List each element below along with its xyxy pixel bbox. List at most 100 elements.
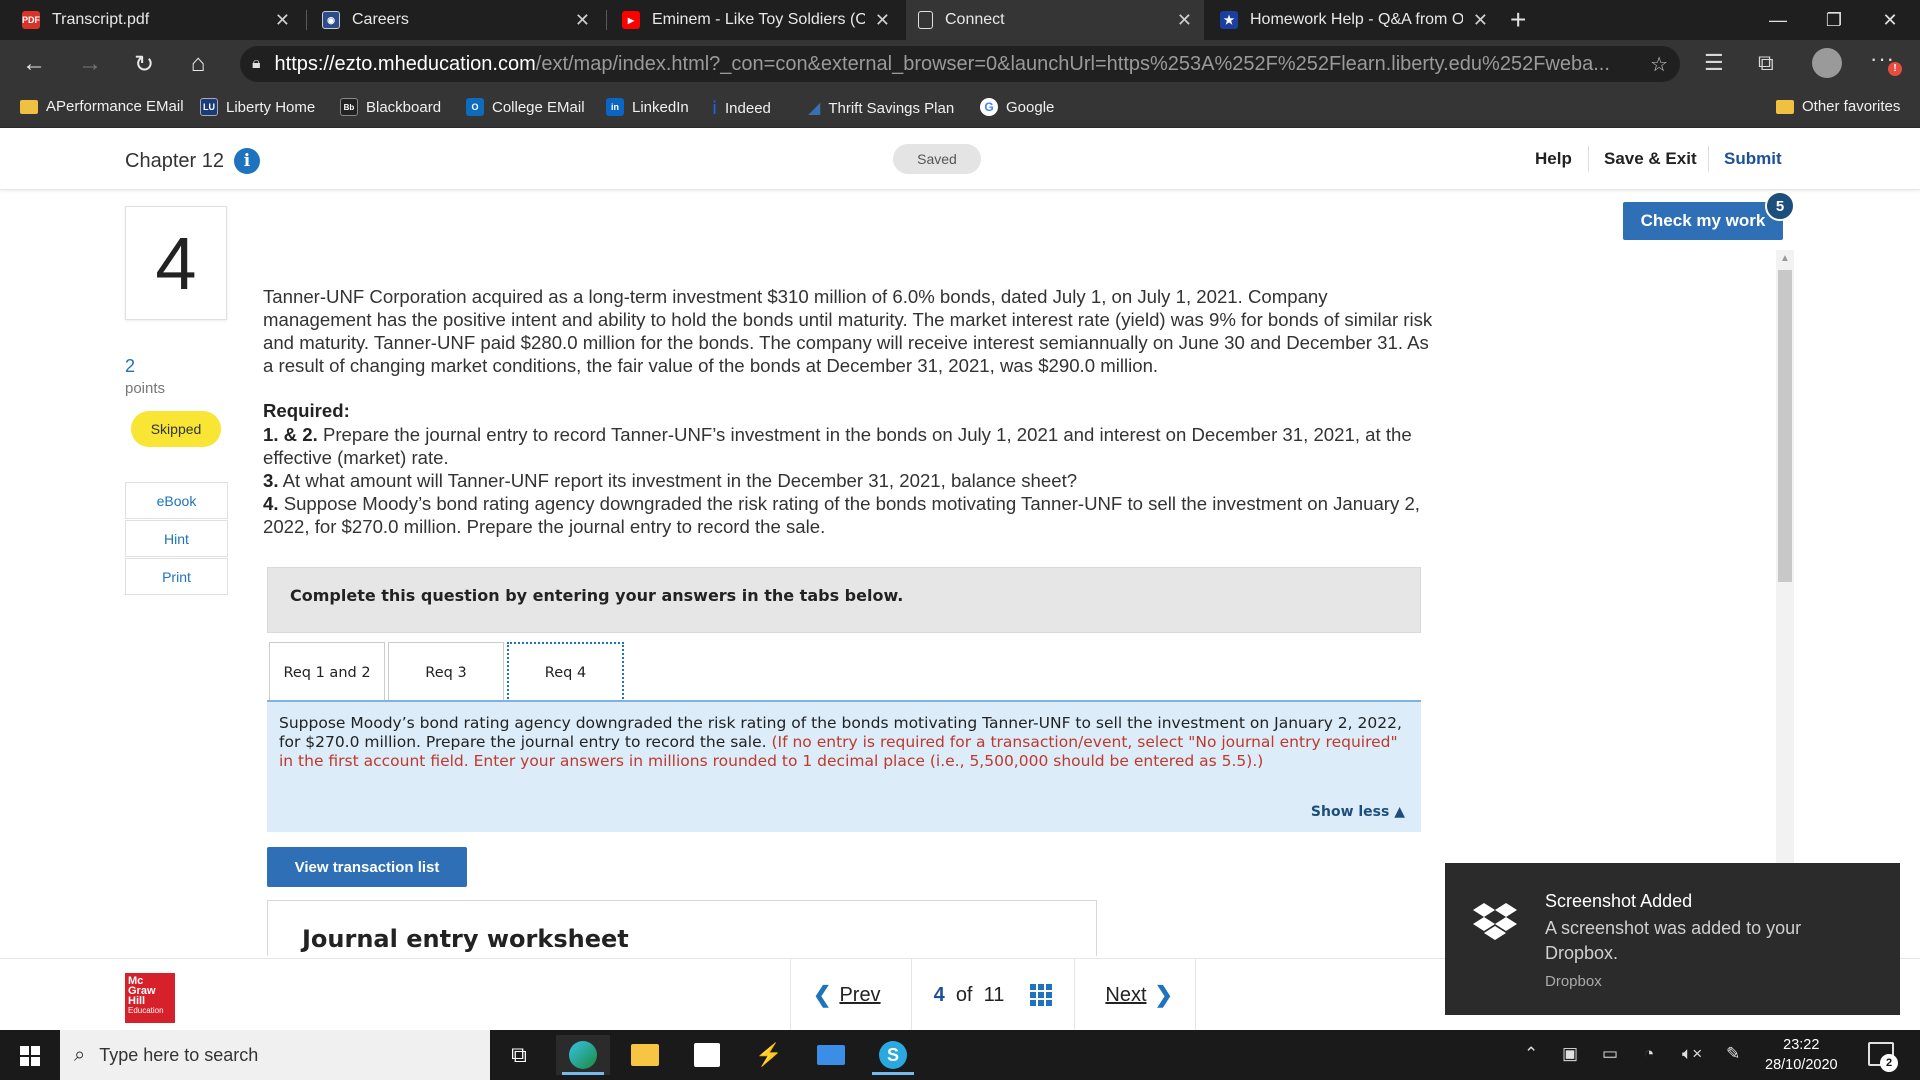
worksheet-title: Journal entry worksheet — [267, 900, 1097, 956]
battery-icon[interactable]: ▭ — [1602, 1044, 1618, 1064]
pagination: ❮ Prev 4 of 11 Next ❯ — [790, 959, 1196, 1031]
url-bar[interactable]: 🔒︎ https://ezto.mheducation.com/ext/map/… — [240, 46, 1680, 82]
bookmark-blackboard[interactable]: Bb Blackboard — [340, 98, 441, 116]
required-heading: Required: — [263, 400, 350, 421]
hint-button[interactable]: Hint — [125, 520, 228, 557]
wifi-icon[interactable]: ◔ — [1644, 1044, 1654, 1064]
youtube-icon: ▶ — [622, 11, 640, 29]
file-explorer-icon[interactable] — [618, 1035, 672, 1075]
bookmark-liberty-home[interactable]: LU Liberty Home — [200, 98, 315, 116]
taskbar-search[interactable]: ⌕ Type here to search — [60, 1030, 490, 1080]
requirement-item: 4. Suppose Moody’s bond rating agency do… — [263, 493, 1420, 537]
home-icon[interactable]: ⌂ — [180, 48, 216, 80]
status-badge: Skipped — [131, 411, 221, 447]
grid-icon[interactable] — [1030, 984, 1053, 1006]
print-button[interactable]: Print — [125, 558, 228, 595]
liberty-logo-icon: LU — [200, 98, 218, 116]
tab-title: Connect — [945, 11, 1005, 28]
minimize-icon[interactable]: — — [1748, 0, 1808, 40]
tab-connect[interactable]: Connect ✕ — [906, 0, 1204, 40]
show-less-link[interactable]: Show less ▲ — [1311, 803, 1405, 822]
scrollbar[interactable]: ▲ — [1776, 250, 1794, 950]
bookmark-college-email[interactable]: O College EMail — [466, 98, 585, 116]
dropbox-notification[interactable]: Screenshot Added A screenshot was added … — [1445, 863, 1900, 1015]
back-arrow-icon[interactable]: ← — [16, 48, 52, 80]
tsp-icon: ◢ — [808, 100, 821, 117]
close-icon[interactable]: ✕ — [875, 10, 890, 31]
bookmark-linkedin[interactable]: in LinkedIn — [606, 98, 689, 116]
refresh-icon[interactable]: ↻ — [126, 48, 162, 80]
windows-taskbar: ⌕ Type here to search ⧉ ⚡ S ⌃ ▣ ▭ ◔ 🔈︎× … — [0, 1030, 1920, 1080]
close-icon[interactable]: ✕ — [575, 10, 590, 31]
favorite-star-icon[interactable]: ☆ — [1650, 52, 1668, 77]
scroll-up-icon[interactable]: ▲ — [1780, 253, 1790, 264]
tab-homework-help[interactable]: ★ Homework Help - Q&A from On ✕ — [1208, 0, 1500, 40]
prev-button[interactable]: ❮ Prev — [790, 959, 911, 1031]
favorites-list-icon[interactable]: ☰ — [1704, 50, 1724, 76]
indeed-icon: ⅰ — [712, 98, 718, 118]
requirement-item: 1. & 2. Prepare the journal entry to rec… — [263, 424, 1412, 468]
next-button[interactable]: Next ❯ — [1074, 959, 1196, 1031]
chevron-up-icon[interactable]: ⌃ — [1524, 1044, 1538, 1064]
toast-source: Dropbox — [1545, 973, 1602, 990]
profile-avatar[interactable] — [1812, 48, 1842, 78]
scroll-thumb[interactable] — [1778, 270, 1792, 582]
tab-req-4[interactable]: Req 4 — [507, 642, 624, 702]
skype-icon[interactable]: S — [866, 1035, 920, 1075]
chevron-left-icon: ❮ — [813, 982, 832, 1007]
tab-req-1-and-2[interactable]: Req 1 and 2 — [269, 642, 385, 702]
tab-title: Eminem - Like Toy Soldiers (Offic — [652, 11, 865, 28]
ebook-button[interactable]: eBook — [125, 482, 228, 519]
check-my-work-button[interactable]: Check my work — [1623, 202, 1783, 240]
blackboard-icon: Bb — [340, 98, 358, 116]
task-view-icon[interactable]: ⧉ — [492, 1035, 546, 1075]
tab-transcript[interactable]: PDF Transcript.pdf ✕ — [10, 0, 302, 40]
dropbox-icon — [1473, 903, 1517, 940]
search-icon: ⌕ — [74, 1043, 86, 1066]
tab-youtube[interactable]: ▶ Eminem - Like Toy Soldiers (Offic ✕ — [610, 0, 902, 40]
tab-req-3[interactable]: Req 3 — [388, 642, 504, 702]
forward-arrow-icon[interactable]: → — [72, 48, 108, 80]
new-tab-button[interactable]: + — [1510, 4, 1526, 36]
bookmark-thrift-savings[interactable]: ◢ Thrift Savings Plan — [808, 98, 954, 118]
triangle-up-icon: ▲ — [1394, 804, 1405, 820]
power-automate-icon[interactable]: ⚡ — [742, 1035, 796, 1075]
notification-count: 2 — [1880, 1054, 1898, 1072]
submit-link[interactable]: Submit — [1724, 149, 1782, 169]
app-header: Chapter 12 i Saved Help Save & Exit Subm… — [0, 128, 1920, 190]
chapter-title: Chapter 12 i — [125, 148, 260, 174]
saved-status: Saved — [893, 144, 981, 174]
google-icon: G — [980, 98, 998, 116]
pen-icon[interactable]: ✎ — [1726, 1044, 1740, 1064]
info-icon[interactable]: i — [233, 148, 260, 174]
speaker-muted-icon[interactable]: 🔈︎× — [1682, 1044, 1702, 1064]
bookmark-other-favorites[interactable]: Other favorites — [1776, 98, 1900, 115]
help-link[interactable]: Help — [1535, 149, 1572, 169]
save-exit-link[interactable]: Save & Exit — [1604, 149, 1697, 169]
pdf-icon: PDF — [22, 11, 40, 29]
windows-start-icon[interactable] — [20, 1046, 40, 1066]
tab-title: Careers — [352, 11, 409, 28]
edge-icon[interactable] — [556, 1035, 610, 1075]
close-icon[interactable]: ✕ — [275, 10, 290, 31]
tab-careers[interactable]: ◉ Careers ✕ — [310, 0, 602, 40]
restore-icon[interactable]: ❐ — [1804, 0, 1864, 40]
address-bar-row: ← → ↻ ⌂ 🔒︎ https://ezto.mheducation.com/… — [0, 40, 1920, 88]
requirement-item: 3. At what amount will Tanner-UNF report… — [263, 470, 1078, 491]
view-transaction-list-button[interactable]: View transaction list — [267, 847, 467, 887]
question-number: 4 — [125, 206, 227, 320]
system-clock[interactable]: 23:22 28/10/2020 — [1765, 1035, 1838, 1075]
close-window-icon[interactable]: ✕ — [1860, 0, 1920, 40]
mail-icon[interactable] — [804, 1035, 858, 1075]
bookmark-google[interactable]: G Google — [980, 98, 1054, 116]
security-icon[interactable]: ▣ — [1562, 1044, 1578, 1064]
check-count-badge: 5 — [1765, 191, 1795, 221]
bookmark-aperformance[interactable]: APerformance EMail — [20, 98, 184, 115]
resource-links: eBook Hint Print — [125, 482, 228, 596]
close-icon[interactable]: ✕ — [1177, 10, 1192, 31]
bookmark-indeed[interactable]: ⅰ Indeed — [712, 98, 771, 119]
collections-icon[interactable]: ⧉ — [1758, 50, 1774, 76]
close-icon[interactable]: ✕ — [1473, 10, 1488, 31]
url-text[interactable]: https://ezto.mheducation.com/ext/map/ind… — [275, 53, 1635, 76]
store-icon[interactable] — [680, 1035, 734, 1075]
